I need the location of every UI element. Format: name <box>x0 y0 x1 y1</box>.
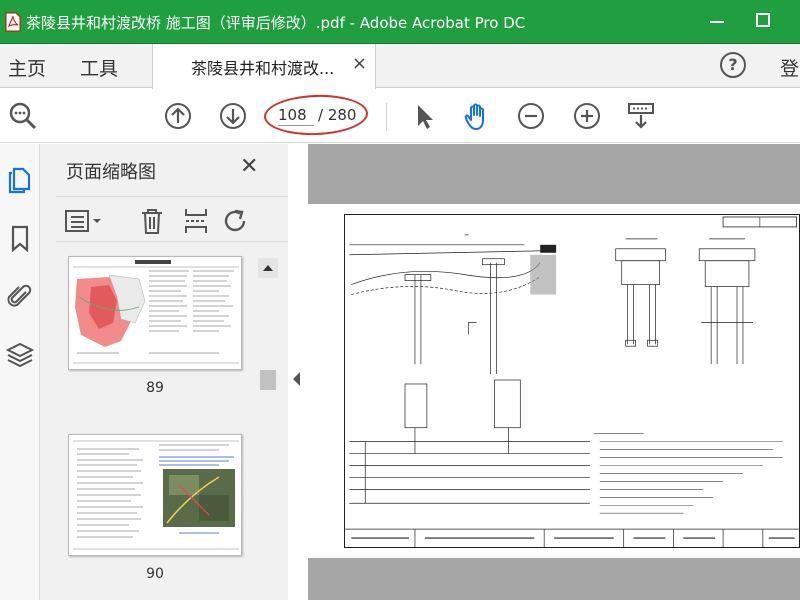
pages-icon[interactable] <box>6 166 34 194</box>
engineering-drawing <box>344 214 800 548</box>
trash-icon[interactable] <box>138 207 166 235</box>
thumbnail-label-90: 90 <box>146 566 164 582</box>
layers-icon[interactable] <box>6 340 34 368</box>
zoom-search-icon[interactable] <box>8 101 38 131</box>
acrobat-window: 茶陵县井和村渡改桥 施工图（评审后修改）.pdf - Adobe Acrobat… <box>0 0 800 600</box>
bookmark-icon[interactable] <box>6 224 34 252</box>
window-title: 茶陵县井和村渡改桥 施工图（评审后修改）.pdf - Adobe Acrobat… <box>26 14 526 32</box>
tab-tools[interactable]: 工具 <box>80 54 118 81</box>
red-annotation-ellipse <box>263 93 369 137</box>
hand-icon[interactable] <box>462 101 492 131</box>
tab-document[interactable]: 茶陵县井和村渡改... × <box>152 44 376 89</box>
title-bar: 茶陵县井和村渡改桥 施工图（评审后修改）.pdf - Adobe Acrobat… <box>0 0 800 44</box>
minimize-button[interactable] <box>700 8 734 34</box>
thumbnail-scrollbar[interactable] <box>258 258 278 600</box>
document-tab-label: 茶陵县井和村渡改... <box>191 59 335 78</box>
scroll-up-icon <box>263 265 273 271</box>
close-panel-button[interactable]: ✕ <box>240 154 258 179</box>
login-button[interactable]: 登 <box>780 54 799 81</box>
select-arrow-icon[interactable] <box>410 101 440 131</box>
pdf-page <box>308 204 800 558</box>
panel-title: 页面缩略图 <box>66 162 156 183</box>
thumbnail-label-89: 89 <box>146 380 164 396</box>
minimize-icon <box>710 21 724 23</box>
scroll-up-button[interactable] <box>258 258 278 278</box>
options-menu-icon[interactable] <box>64 207 104 235</box>
thumbnail-page-90[interactable] <box>68 434 242 556</box>
document-view[interactable] <box>308 144 800 600</box>
rotate-icon[interactable] <box>222 207 250 235</box>
zoom-in-icon[interactable] <box>572 101 602 131</box>
maximize-button[interactable] <box>746 8 780 34</box>
thumbnail-page-89[interactable] <box>68 256 242 370</box>
scrollbar-thumb[interactable] <box>260 370 276 390</box>
attachment-icon[interactable] <box>6 282 34 310</box>
page-up-icon[interactable] <box>163 101 193 131</box>
toolbar: 108 / 280 <box>0 89 800 143</box>
page-thumbnails-panel: 页面缩略图 ✕ 89 90 <box>40 144 288 600</box>
thumbnail-toolbar <box>56 196 288 242</box>
tab-home[interactable]: 主页 <box>8 54 46 81</box>
close-tab-button[interactable]: × <box>352 53 367 74</box>
thumbnail-89-content <box>73 260 239 364</box>
toolbar-divider <box>386 103 387 131</box>
insert-page-icon[interactable] <box>182 207 210 235</box>
scroll-mode-icon[interactable] <box>626 101 656 131</box>
tab-bar: 主页 工具 茶陵县井和村渡改... × ? 登 <box>0 44 800 89</box>
navigation-rail <box>0 144 40 600</box>
zoom-out-icon[interactable] <box>516 101 546 131</box>
maximize-icon <box>756 13 770 27</box>
help-button[interactable]: ? <box>720 52 746 78</box>
pdf-icon <box>5 12 21 32</box>
collapse-panel-icon[interactable] <box>290 364 304 394</box>
page-number-box: 108 / 280 <box>263 93 369 137</box>
page-down-icon[interactable] <box>218 101 248 131</box>
thumbnail-90-content <box>73 440 239 550</box>
